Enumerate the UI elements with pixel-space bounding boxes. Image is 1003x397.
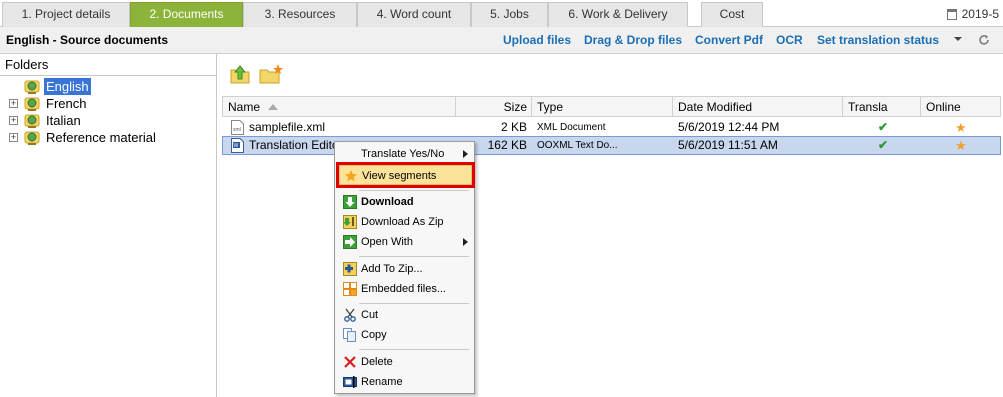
- table-row[interactable]: xml samplefile.xml 2 KB XML Document 5/6…: [222, 118, 1001, 137]
- add-to-zip-icon: [343, 262, 357, 276]
- svg-text:W: W: [234, 143, 239, 149]
- tree-item-english[interactable]: English: [0, 78, 215, 95]
- column-header-translate[interactable]: Transla: [843, 96, 921, 117]
- page-title: English - Source documents: [6, 33, 169, 47]
- column-header-name[interactable]: Name: [222, 96, 456, 117]
- online-star-icon: ★: [955, 120, 967, 135]
- tree-item-italian[interactable]: + Italian: [0, 112, 215, 129]
- expand-icon[interactable]: +: [9, 99, 18, 108]
- file-name: Translation Edito: [249, 138, 339, 152]
- file-size: 2 KB: [500, 120, 527, 134]
- version-label: 2019-5: [961, 7, 999, 21]
- menu-item-add-to-zip[interactable]: Add To Zip...: [339, 259, 472, 279]
- star-icon: [345, 170, 357, 182]
- menu-item-copy[interactable]: Copy: [339, 325, 472, 345]
- calendar-icon: [946, 9, 957, 20]
- expand-icon[interactable]: +: [9, 133, 18, 142]
- language-folder-icon: [24, 114, 40, 128]
- folders-heading: Folders: [0, 54, 216, 76]
- online-star-icon: ★: [955, 138, 967, 153]
- chevron-down-icon[interactable]: [951, 34, 965, 48]
- tab-strip: 1. Project details 2. Documents 3. Resou…: [0, 0, 1003, 27]
- embedded-files-icon: [343, 282, 357, 296]
- column-header-size[interactable]: Size: [456, 96, 532, 117]
- language-folder-icon: [24, 80, 40, 94]
- tree-item-french[interactable]: + French: [0, 95, 215, 112]
- menu-item-view-segments[interactable]: View segments: [336, 162, 475, 188]
- folders-panel: Folders English + French + Italian + Ref…: [0, 54, 217, 397]
- menu-item-delete[interactable]: Delete: [339, 352, 472, 372]
- translate-check-icon: ✔: [878, 138, 889, 152]
- tab-jobs[interactable]: 5. Jobs: [471, 2, 548, 27]
- delete-x-icon: [344, 356, 356, 368]
- rename-icon: [343, 376, 357, 388]
- tree-label: Italian: [46, 113, 81, 128]
- tree-label: French: [46, 96, 87, 111]
- files-toolbar: [222, 54, 1003, 96]
- upload-files-link[interactable]: Upload files: [503, 33, 571, 47]
- tree-item-reference-material[interactable]: + Reference material: [0, 129, 215, 146]
- menu-divider: [359, 190, 469, 191]
- expand-icon[interactable]: +: [9, 116, 18, 125]
- sort-ascending-icon: [268, 104, 279, 110]
- set-translation-status-link[interactable]: Set translation status: [817, 33, 939, 47]
- file-name: samplefile.xml: [249, 120, 326, 134]
- menu-item-download-as-zip[interactable]: Download As Zip: [339, 212, 472, 232]
- xml-file-icon: xml: [231, 120, 244, 135]
- new-folder-icon: [259, 64, 283, 84]
- convert-pdf-link[interactable]: Convert Pdf: [695, 33, 763, 47]
- documents-header: English - Source documents Upload files …: [0, 27, 1003, 54]
- zip-download-icon: [343, 215, 357, 229]
- column-header-online[interactable]: Online: [921, 96, 1001, 117]
- refresh-icon[interactable]: [977, 34, 991, 48]
- menu-item-cut[interactable]: Cut: [339, 305, 472, 325]
- tab-word-count[interactable]: 4. Word count: [357, 2, 471, 27]
- language-folder-icon: [24, 131, 40, 145]
- tab-cost[interactable]: Cost: [701, 2, 763, 27]
- column-header-type[interactable]: Type: [532, 96, 673, 117]
- scissors-icon: [344, 308, 356, 322]
- translate-check-icon: ✔: [878, 120, 889, 134]
- menu-item-rename[interactable]: Rename: [339, 372, 472, 392]
- file-type: XML Document: [537, 122, 606, 133]
- tab-documents[interactable]: 2. Documents: [130, 2, 243, 27]
- go-up-folder-button[interactable]: [228, 62, 254, 88]
- menu-divider: [359, 303, 469, 304]
- tab-work-delivery[interactable]: 6. Work & Delivery: [548, 2, 688, 27]
- tree-label: English: [44, 78, 91, 95]
- tab-project-details[interactable]: 1. Project details: [2, 2, 130, 27]
- svg-text:xml: xml: [233, 127, 241, 133]
- file-date-modified: 5/6/2019 11:51 AM: [678, 138, 778, 152]
- menu-item-embedded-files[interactable]: Embedded files...: [339, 279, 472, 299]
- folder-up-icon: [230, 65, 250, 84]
- open-with-icon: [343, 235, 357, 249]
- copy-icon: [343, 328, 356, 342]
- drag-drop-files-link[interactable]: Drag & Drop files: [584, 33, 682, 47]
- file-date-modified: 5/6/2019 12:44 PM: [678, 120, 780, 134]
- submenu-arrow-icon: [463, 150, 468, 158]
- menu-item-download[interactable]: Download: [339, 192, 472, 212]
- download-icon: [343, 195, 357, 209]
- language-folder-icon: [24, 97, 40, 111]
- menu-divider: [359, 256, 469, 257]
- tree-label: Reference material: [46, 130, 156, 145]
- word-file-icon: W: [231, 138, 244, 153]
- menu-item-translate-yes-no[interactable]: Translate Yes/No: [339, 144, 472, 164]
- version-indicator: 2019-5: [946, 4, 1003, 24]
- menu-divider: [359, 349, 469, 350]
- column-header-date-modified[interactable]: Date Modified: [673, 96, 843, 117]
- new-folder-button[interactable]: [258, 62, 284, 88]
- tab-resources[interactable]: 3. Resources: [243, 2, 357, 27]
- submenu-arrow-icon: [463, 238, 468, 246]
- menu-item-open-with[interactable]: Open With: [339, 232, 472, 252]
- file-context-menu: Translate Yes/No View segments Download …: [334, 141, 475, 394]
- ocr-link[interactable]: OCR: [776, 33, 803, 47]
- file-type: OOXML Text Do...: [537, 140, 618, 151]
